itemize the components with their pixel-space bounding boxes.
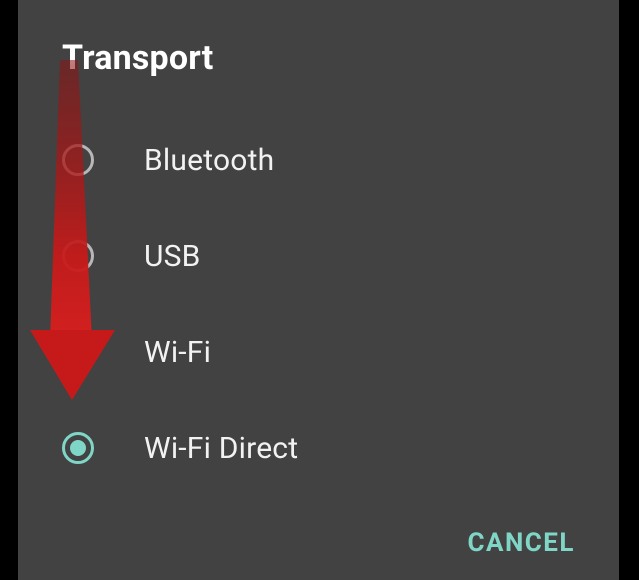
option-label: Bluetooth: [144, 143, 274, 178]
transport-dialog: Transport Bluetooth USB Wi-Fi Wi-Fi Dire…: [18, 0, 619, 580]
radio-icon: [62, 432, 94, 464]
option-usb[interactable]: USB: [18, 208, 619, 304]
radio-icon: [62, 240, 94, 272]
option-wifi[interactable]: Wi-Fi: [18, 304, 619, 400]
options-list: Bluetooth USB Wi-Fi Wi-Fi Direct: [18, 112, 619, 496]
option-wifi-direct[interactable]: Wi-Fi Direct: [18, 400, 619, 496]
cancel-button[interactable]: CANCEL: [461, 518, 581, 568]
option-label: Wi-Fi: [144, 335, 211, 370]
option-label: USB: [144, 239, 201, 274]
option-bluetooth[interactable]: Bluetooth: [18, 112, 619, 208]
radio-icon: [62, 144, 94, 176]
radio-icon: [62, 336, 94, 368]
dialog-actions: CANCEL: [461, 518, 581, 568]
option-label: Wi-Fi Direct: [144, 431, 298, 466]
dialog-title: Transport: [18, 0, 619, 78]
